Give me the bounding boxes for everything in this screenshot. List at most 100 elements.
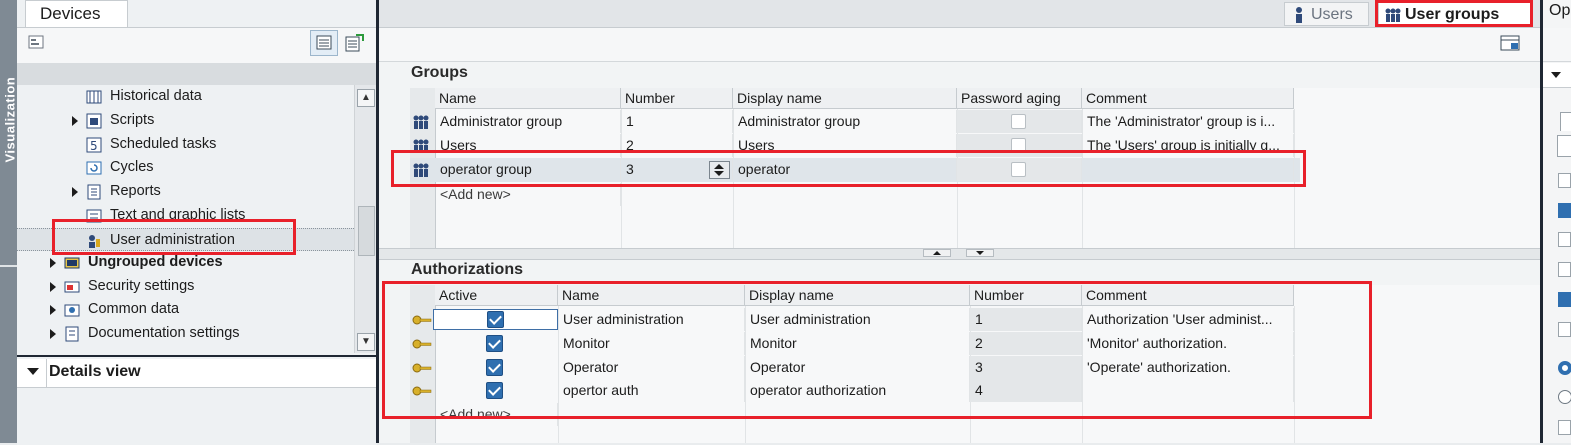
- expand-arrow-icon[interactable]: [72, 116, 78, 126]
- splitter-down-button[interactable]: [966, 249, 994, 257]
- table-row[interactable]: User administration User administration …: [410, 308, 1294, 331]
- active-cell-focused[interactable]: [433, 309, 558, 330]
- tree-item-common-data[interactable]: Common data: [17, 298, 354, 321]
- collapse-chevron-icon[interactable]: [1551, 72, 1561, 78]
- number-stepper[interactable]: [709, 161, 730, 179]
- cell-name[interactable]: Users: [435, 134, 621, 157]
- inspector-checkbox[interactable]: [1558, 232, 1571, 247]
- cell-display-name[interactable]: operator: [733, 158, 957, 181]
- cell-comment[interactable]: Authorization 'User administ...: [1082, 308, 1294, 331]
- inspector-checkbox[interactable]: [1558, 322, 1571, 337]
- cell-name[interactable]: Operator: [558, 356, 745, 379]
- stepper-down-icon[interactable]: [714, 171, 724, 176]
- scroll-up-icon[interactable]: ▲: [357, 89, 375, 107]
- expand-arrow-icon[interactable]: [50, 258, 56, 268]
- cell-name[interactable]: User administration: [558, 308, 745, 331]
- password-aging-checkbox[interactable]: [1011, 114, 1026, 129]
- active-checkbox[interactable]: [486, 335, 503, 352]
- cell-comment[interactable]: 'Operate' authorization.: [1082, 356, 1294, 379]
- inspector-section-header[interactable]: [1543, 63, 1571, 88]
- inspector-checkbox-checked[interactable]: [1558, 292, 1571, 307]
- device-view-icon[interactable]: [27, 33, 47, 51]
- cell-display-name[interactable]: Administrator group: [733, 110, 957, 133]
- cell-comment[interactable]: [1082, 379, 1294, 402]
- table-row-selected[interactable]: operator group 3 operator: [410, 158, 1300, 182]
- tree-item-cycles[interactable]: Cycles: [17, 156, 354, 179]
- expand-arrow-icon[interactable]: [50, 305, 56, 315]
- cell-name[interactable]: Administrator group: [435, 110, 621, 133]
- cell-password-aging[interactable]: [957, 110, 1082, 133]
- tree-item-scheduled-tasks[interactable]: 5 Scheduled tasks: [17, 133, 354, 156]
- cell-name[interactable]: Monitor: [558, 332, 745, 355]
- col-display-name[interactable]: Display name: [745, 285, 970, 306]
- cell-display-name[interactable]: Users: [733, 134, 957, 157]
- tab-user-groups[interactable]: User groups: [1378, 2, 1531, 26]
- tree-item-scripts[interactable]: Scripts: [17, 109, 354, 132]
- tree-scrollbar[interactable]: ▲ ▼: [354, 85, 378, 353]
- expand-arrow-icon[interactable]: [50, 329, 56, 339]
- inspector-checkbox-checked[interactable]: [1558, 203, 1571, 218]
- inspector-checkbox[interactable]: [1558, 173, 1571, 188]
- inspector-checkbox[interactable]: [1558, 262, 1571, 277]
- active-checkbox[interactable]: [486, 359, 503, 376]
- visualization-strip[interactable]: Visualization: [0, 0, 18, 443]
- cell-display-name[interactable]: operator authorization: [745, 379, 970, 402]
- cell-display-name[interactable]: Operator: [745, 356, 970, 379]
- tab-users[interactable]: Users: [1284, 2, 1369, 26]
- tree-item-user-administration[interactable]: User administration: [17, 228, 354, 251]
- stepper-up-icon[interactable]: [714, 164, 724, 169]
- export-icon[interactable]: [343, 32, 365, 54]
- cell-name[interactable]: opertor auth: [558, 379, 745, 402]
- col-display-name[interactable]: Display name: [733, 88, 957, 109]
- col-password-aging[interactable]: Password aging: [957, 88, 1082, 109]
- cell-comment[interactable]: The 'Administrator' group is i...: [1082, 110, 1294, 133]
- tree-item-security-settings[interactable]: Security settings: [17, 275, 354, 298]
- inspector-input[interactable]: [1557, 135, 1571, 157]
- active-checkbox[interactable]: [486, 382, 503, 399]
- table-row[interactable]: Users 2 Users The 'Users' group is initi…: [410, 134, 1294, 157]
- expand-arrow-icon[interactable]: [72, 187, 78, 197]
- tree-item-ungrouped-devices[interactable]: Ungrouped devices: [17, 251, 354, 274]
- cell-number[interactable]: 1: [621, 110, 733, 133]
- tree-item-text-graphic-lists[interactable]: Text and graphic lists: [17, 204, 354, 227]
- col-number[interactable]: Number: [970, 285, 1082, 306]
- col-comment[interactable]: Comment: [1082, 285, 1294, 306]
- splitter-up-button[interactable]: [923, 249, 951, 257]
- inspector-radio-selected[interactable]: [1558, 361, 1571, 375]
- table-row[interactable]: Monitor Monitor 2 'Monitor' authorizatio…: [410, 332, 1294, 355]
- password-aging-checkbox[interactable]: [1011, 138, 1026, 153]
- cell-comment[interactable]: 'Monitor' authorization.: [1082, 332, 1294, 355]
- password-aging-checkbox[interactable]: [1011, 162, 1026, 177]
- cell-display-name[interactable]: User administration: [745, 308, 970, 331]
- tree-item-reports[interactable]: Reports: [17, 180, 354, 203]
- cell-password-aging[interactable]: [957, 158, 1082, 181]
- collapse-chevron-icon[interactable]: [27, 368, 39, 375]
- inspector-radio[interactable]: [1558, 390, 1571, 404]
- inspector-field[interactable]: [1560, 112, 1571, 131]
- col-comment[interactable]: Comment: [1082, 88, 1294, 109]
- inspector-checkbox[interactable]: [1558, 420, 1571, 435]
- col-name[interactable]: Name: [435, 88, 621, 109]
- table-row[interactable]: Operator Operator 3 'Operate' authorizat…: [410, 356, 1294, 379]
- table-row[interactable]: Administrator group 1 Administrator grou…: [410, 110, 1294, 133]
- cell-comment[interactable]: [1082, 158, 1294, 181]
- add-new-authorization[interactable]: <Add new>: [435, 403, 558, 426]
- table-splitter[interactable]: [379, 248, 1540, 260]
- col-number[interactable]: Number: [621, 88, 733, 109]
- inspector-tab-label[interactable]: Op: [1549, 2, 1570, 20]
- expand-arrow-icon[interactable]: [50, 282, 56, 292]
- cell-number[interactable]: 2: [621, 134, 733, 157]
- scrollbar-thumb[interactable]: [358, 206, 375, 256]
- details-view-header[interactable]: Details view: [17, 359, 377, 388]
- overview-toggle-button[interactable]: [310, 30, 338, 56]
- cell-comment[interactable]: The 'Users' group is initially g...: [1082, 134, 1294, 157]
- cell-password-aging[interactable]: [957, 134, 1082, 157]
- add-new-group[interactable]: <Add new>: [435, 183, 621, 206]
- cell-display-name[interactable]: Monitor: [745, 332, 970, 355]
- table-row[interactable]: opertor auth operator authorization 4: [410, 379, 1294, 402]
- scroll-down-icon[interactable]: ▼: [357, 333, 375, 351]
- tree-item-documentation-settings[interactable]: Documentation settings: [17, 322, 354, 345]
- active-checkbox[interactable]: [487, 311, 504, 328]
- col-active[interactable]: Active: [435, 285, 558, 306]
- devices-tab[interactable]: Devices: [25, 0, 128, 27]
